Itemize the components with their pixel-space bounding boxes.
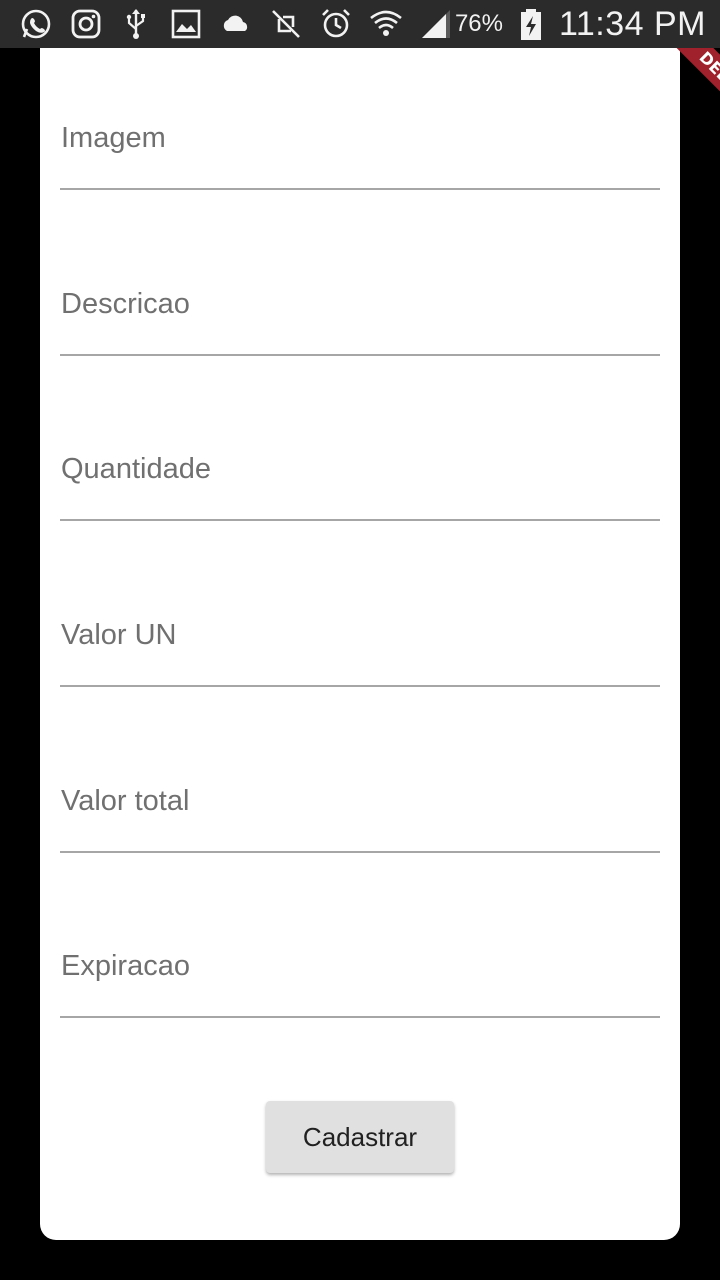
clock: 11:34 PM — [558, 4, 706, 43]
quantity-input[interactable] — [60, 447, 660, 519]
unit-value-input[interactable] — [60, 613, 660, 685]
total-value-input[interactable] — [60, 779, 660, 851]
instagram-icon — [68, 6, 104, 42]
usb-icon — [118, 6, 154, 42]
gallery-icon — [168, 6, 204, 42]
battery-charging-icon — [513, 6, 549, 42]
alarm-icon — [318, 6, 354, 42]
quantity-field[interactable]: Quantidade — [60, 447, 660, 521]
expiration-field[interactable]: Expiracao — [60, 944, 660, 1018]
form-card: Imagem Descricao Quantidade Valor UN Val… — [40, 48, 680, 1240]
image-input[interactable] — [60, 116, 660, 188]
description-input[interactable] — [60, 282, 660, 354]
unit-value-field[interactable]: Valor UN — [60, 613, 660, 687]
total-value-field[interactable]: Valor total — [60, 779, 660, 853]
expiration-input[interactable] — [60, 944, 660, 1016]
status-icons-left — [18, 6, 454, 42]
register-button[interactable]: Cadastrar — [266, 1101, 454, 1173]
status-icons-right: 76% 11:34 PM — [455, 5, 706, 44]
vibrate-off-icon — [268, 6, 304, 42]
signal-icon — [418, 6, 454, 42]
image-field[interactable]: Imagem — [60, 116, 660, 190]
description-field[interactable]: Descricao — [60, 282, 660, 356]
whatsapp-icon — [18, 6, 54, 42]
wifi-icon — [368, 6, 404, 42]
status-bar: 76% 11:34 PM — [0, 0, 720, 48]
cloud-icon — [218, 6, 254, 42]
battery-percent: 76% — [454, 10, 503, 37]
